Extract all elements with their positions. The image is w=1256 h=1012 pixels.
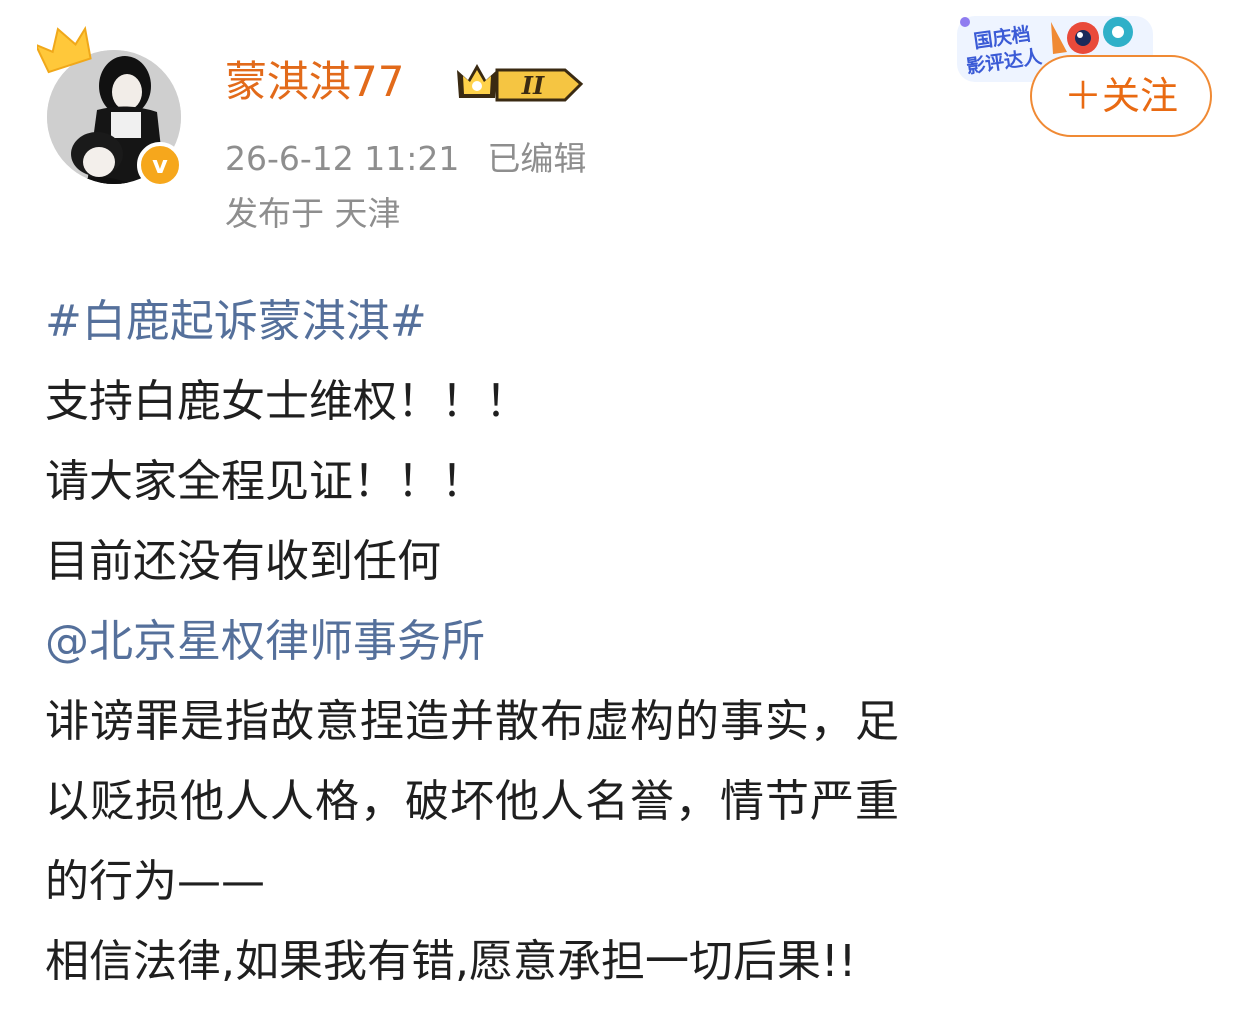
author-name[interactable]: 蒙淇淇77 <box>225 54 404 110</box>
edited-label[interactable]: 已编辑 <box>487 139 586 178</box>
post-text-line: 诽谤罪是指故意捏造并散布虚构的事实，足 <box>45 696 900 747</box>
verified-mark: v <box>152 151 168 179</box>
post-text-line: 相信法律,如果我有错,愿意承担一切后果!! <box>45 936 857 987</box>
post-location: 发布于 天津 <box>225 194 401 233</box>
post-text-line: 以贬损他人人格，破坏他人名誉，情节严重 <box>45 776 900 827</box>
follow-button[interactable]: ＋关注 <box>1030 55 1212 137</box>
post-text-line: 请大家全程见证！！！ <box>45 456 485 507</box>
level-badge-text: II <box>521 71 545 100</box>
crown-icon <box>37 26 92 74</box>
post-meta: 26-6-12 11:21 已编辑 <box>225 137 586 181</box>
post-content: #白鹿起诉蒙淇淇# 支持白鹿女士维权！！！ 请大家全程见证！！！ 目前还没有收到… <box>45 282 1215 1002</box>
weibo-post-card: v 蒙淇淇77 II 26-6-12 11:21 已编辑 发布于 天津 国庆档 影… <box>0 0 1256 1012</box>
verified-badge-icon: v <box>137 142 183 188</box>
mention-link[interactable]: @北京星权律师事务所 <box>45 602 1215 682</box>
post-text-line: 的行为—— <box>45 856 265 907</box>
post-text-line: 目前还没有收到任何 <box>45 536 441 587</box>
author-avatar-area[interactable]: v <box>37 26 185 188</box>
post-timestamp: 26-6-12 11:21 <box>225 139 460 178</box>
hashtag-link[interactable]: #白鹿起诉蒙淇淇# <box>45 282 1215 362</box>
vip-level-badge-icon[interactable]: II <box>455 58 587 108</box>
post-text-line: 支持白鹿女士维权！！！ <box>45 376 529 427</box>
